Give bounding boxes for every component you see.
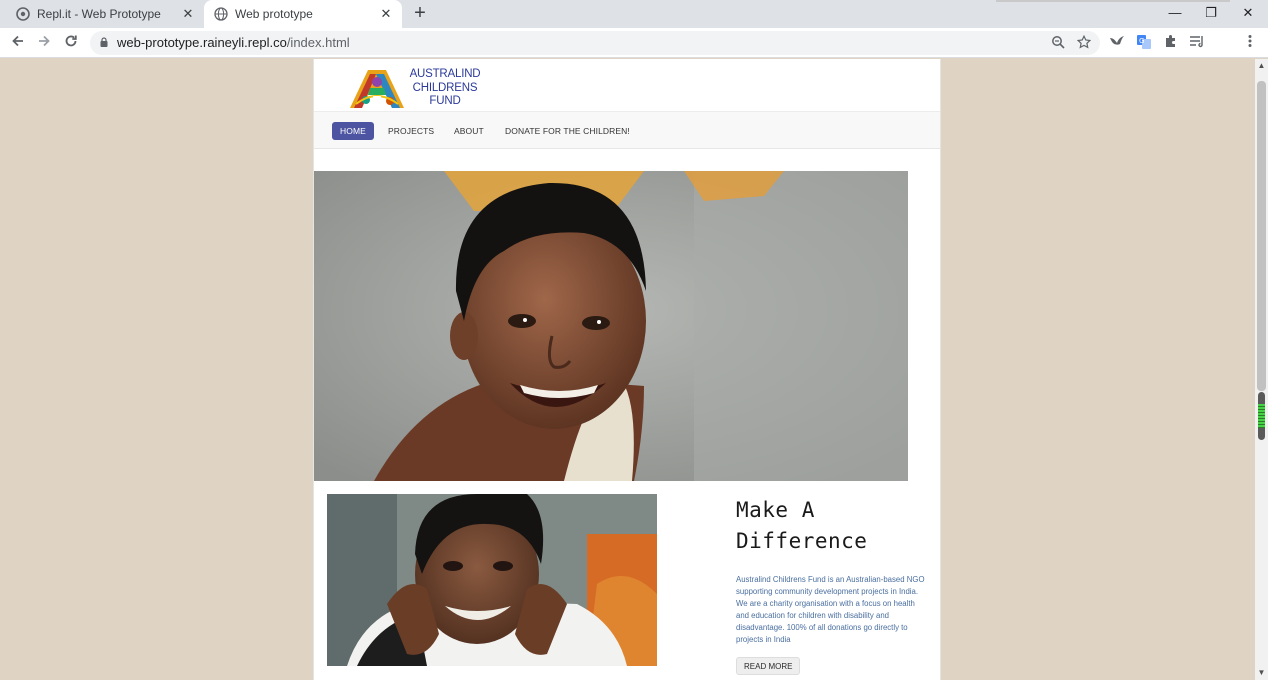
nav-donate[interactable]: DONATE FOR THE CHILDREN!: [497, 122, 638, 140]
reload-button[interactable]: [61, 33, 81, 53]
page-scrollbar[interactable]: ▲ ▼: [1255, 59, 1268, 680]
lock-icon: [100, 37, 108, 47]
site-header: AUSTRALIND CHILDRENS FUND: [314, 59, 940, 111]
scroll-up-arrow-icon[interactable]: ▲: [1255, 60, 1268, 72]
translate-extension-icon[interactable]: G: [1135, 34, 1153, 52]
nav-about[interactable]: ABOUT: [446, 122, 492, 140]
close-window-button[interactable]: ✕: [1237, 3, 1259, 23]
back-button[interactable]: [8, 33, 28, 53]
nav-projects[interactable]: PROJECTS: [380, 122, 442, 140]
site-container: AUSTRALIND CHILDRENS FUND HOME PROJECTS …: [313, 59, 941, 680]
headline-line: Difference: [736, 529, 868, 553]
photo-child-hands-on-cheeks: [327, 494, 657, 666]
arrow-right-icon: [39, 35, 50, 47]
tab-title: Web prototype: [235, 7, 313, 21]
address-bar[interactable]: web-prototype.raineyli.repl.co/index.htm…: [90, 31, 1100, 55]
logo-line: FUND: [429, 95, 461, 107]
svg-text:G: G: [1139, 37, 1144, 45]
hero-photo-smiling-child: [314, 171, 908, 481]
read-more-button[interactable]: READ MORE: [736, 657, 801, 675]
arrow-left-icon: [12, 35, 23, 47]
globe-icon: [214, 7, 228, 21]
forward-button[interactable]: [34, 33, 54, 53]
kebab-menu-icon[interactable]: [1241, 34, 1259, 52]
logo-wordmark: AUSTRALIND CHILDRENS FUND: [404, 68, 486, 109]
headline-line: Make A: [736, 498, 815, 522]
url-host: web-prototype.raineyli.repl.co: [117, 35, 287, 50]
tab-replit[interactable]: Repl.it - Web Prototype ✕: [0, 0, 204, 28]
close-tab-icon[interactable]: ✕: [180, 6, 196, 22]
puzzle-extensions-icon[interactable]: [1162, 34, 1180, 52]
window-edge-shadow: [996, 0, 1230, 2]
reload-icon: [65, 35, 77, 47]
tab-web-prototype[interactable]: Web prototype ✕: [204, 0, 402, 28]
feature-headline: Make A Difference: [736, 495, 936, 557]
tab-title: Repl.it - Web Prototype: [37, 7, 161, 21]
new-tab-button[interactable]: +: [410, 3, 430, 24]
magnifier-icon: [1052, 36, 1065, 49]
scrollbar-thumb[interactable]: [1257, 81, 1266, 391]
replit-favicon-icon: [16, 7, 30, 21]
nav-home[interactable]: HOME: [332, 122, 374, 140]
reading-list-icon[interactable]: [1188, 34, 1206, 52]
url-text: web-prototype.raineyli.repl.co/index.htm…: [117, 35, 350, 50]
close-tab-icon[interactable]: ✕: [378, 6, 394, 22]
minimize-window-button[interactable]: —: [1164, 3, 1186, 23]
bird-extension-icon[interactable]: [1108, 34, 1126, 52]
logo-line: AUSTRALIND: [409, 68, 481, 80]
star-icon: [1076, 34, 1092, 49]
url-path: /index.html: [286, 35, 350, 50]
restore-window-button[interactable]: ❐: [1200, 3, 1222, 23]
scroll-down-arrow-icon[interactable]: ▼: [1255, 667, 1268, 679]
browser-tab-strip: Repl.it - Web Prototype ✕ Web prototype …: [0, 0, 1268, 28]
site-nav: HOME PROJECTS ABOUT DONATE FOR THE CHILD…: [314, 111, 940, 149]
browser-toolbar: web-prototype.raineyli.repl.co/index.htm…: [0, 28, 1268, 58]
bookmark-button[interactable]: [1076, 34, 1092, 51]
scroll-indicator-widget[interactable]: [1258, 392, 1265, 440]
feature-description: Australind Childrens Fund is an Australi…: [736, 575, 925, 644]
zoom-button[interactable]: [1050, 35, 1066, 51]
logo-line: CHILDRENS: [412, 81, 478, 94]
page-viewport: AUSTRALIND CHILDRENS FUND HOME PROJECTS …: [0, 59, 1255, 680]
